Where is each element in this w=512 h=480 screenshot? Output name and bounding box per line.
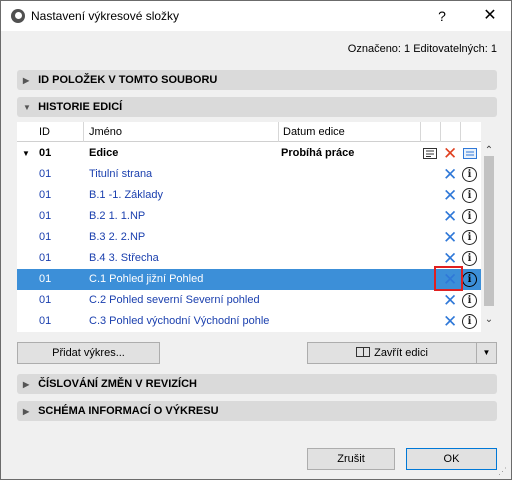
row-id: 01 bbox=[39, 168, 52, 180]
info-icon[interactable]: i bbox=[462, 314, 477, 329]
column-divider bbox=[278, 122, 279, 142]
scroll-down-icon[interactable]: ⌄ bbox=[481, 314, 497, 325]
column-divider bbox=[440, 122, 441, 142]
window-title: Nastavení výkresové složky bbox=[31, 9, 180, 23]
issue-edition-icon[interactable] bbox=[423, 148, 437, 159]
edition-history-table: ID Jméno Datum edice ▼ 01 Edice Probíhá … bbox=[17, 122, 481, 332]
info-icon[interactable]: i bbox=[462, 272, 477, 287]
table-row[interactable]: 01 B.4 3. Střecha ✕ i bbox=[17, 248, 481, 269]
info-icon[interactable]: i bbox=[462, 188, 477, 203]
section-history-label: HISTORIE EDICÍ bbox=[38, 101, 123, 113]
row-name: Titulní strana bbox=[89, 168, 153, 180]
table-row-selected[interactable]: 01 C.1 Pohled jižní Pohled ✕ i bbox=[17, 269, 481, 290]
row-name: C.1 Pohled jižní Pohled bbox=[89, 273, 204, 285]
remove-drawing-icon[interactable]: ✕ bbox=[443, 206, 457, 227]
expand-arrow-icon: ▶ bbox=[23, 380, 30, 389]
title-bar: Nastavení výkresové složky ? ✕ bbox=[1, 1, 511, 31]
row-name: B.3 2. 2.NP bbox=[89, 231, 146, 243]
scroll-thumb[interactable] bbox=[484, 156, 494, 306]
table-row[interactable]: 01 B.3 2. 2.NP ✕ i bbox=[17, 227, 481, 248]
group-id: 01 bbox=[39, 147, 52, 159]
ok-button[interactable]: OK bbox=[406, 448, 497, 470]
expand-arrow-icon: ▶ bbox=[23, 407, 30, 416]
section-revisions-header[interactable]: ▶ ČÍSLOVÁNÍ ZMĚN V REVIZÍCH bbox=[17, 374, 497, 394]
table-scrollbar[interactable]: ⌃ ⌄ bbox=[481, 142, 497, 332]
edition-group-row[interactable]: ▼ 01 Edice Probíhá práce ✕ bbox=[17, 143, 481, 164]
group-date: Probíhá práce bbox=[281, 147, 355, 159]
remove-drawing-icon[interactable]: ✕ bbox=[443, 185, 457, 206]
group-name: Edice bbox=[89, 147, 119, 159]
highlight-annotation-box bbox=[434, 266, 463, 291]
delete-edition-icon[interactable]: ✕ bbox=[443, 143, 457, 164]
add-drawing-button[interactable]: Přidat výkres... bbox=[17, 342, 160, 364]
chevron-down-icon[interactable]: ▼ bbox=[476, 343, 496, 363]
column-header-name[interactable]: Jméno bbox=[89, 126, 122, 138]
cancel-button[interactable]: Zrušit bbox=[307, 448, 395, 470]
table-row[interactable]: 01 C.2 Pohled severní Severní pohled ✕ i bbox=[17, 290, 481, 311]
info-icon[interactable]: i bbox=[462, 209, 477, 224]
collapse-arrow-icon: ▼ bbox=[23, 103, 31, 112]
row-name: B.2 1. 1.NP bbox=[89, 210, 146, 222]
section-schema-label: SCHÉMA INFORMACÍ O VÝKRESU bbox=[38, 405, 219, 417]
row-id: 01 bbox=[39, 252, 52, 264]
row-id: 01 bbox=[39, 294, 52, 306]
row-name: B.4 3. Střecha bbox=[89, 252, 159, 264]
info-icon[interactable]: i bbox=[462, 230, 477, 245]
info-icon[interactable]: i bbox=[462, 251, 477, 266]
remove-drawing-icon[interactable]: ✕ bbox=[443, 311, 457, 332]
row-id: 01 bbox=[39, 189, 52, 201]
scroll-up-icon[interactable]: ⌃ bbox=[481, 145, 497, 156]
column-divider bbox=[83, 122, 84, 142]
column-divider bbox=[460, 122, 461, 142]
section-schema-header[interactable]: ▶ SCHÉMA INFORMACÍ O VÝKRESU bbox=[17, 401, 497, 421]
table-row[interactable]: 01 C.3 Pohled východní Východní pohle ✕ … bbox=[17, 311, 481, 332]
row-id: 01 bbox=[39, 231, 52, 243]
app-logo-icon bbox=[11, 9, 25, 23]
table-row[interactable]: 01 B.1 -1. Základy ✕ i bbox=[17, 185, 481, 206]
section-ids-label: ID POLOŽEK V TOMTO SOUBORU bbox=[38, 74, 218, 86]
edition-properties-icon[interactable] bbox=[463, 148, 477, 159]
info-icon[interactable]: i bbox=[462, 167, 477, 182]
row-id: 01 bbox=[39, 210, 52, 222]
table-row[interactable]: 01 Titulní strana ✕ i bbox=[17, 164, 481, 185]
table-row[interactable]: 01 B.2 1. 1.NP ✕ i bbox=[17, 206, 481, 227]
column-header-date[interactable]: Datum edice bbox=[283, 126, 345, 138]
row-name: C.2 Pohled severní Severní pohled bbox=[89, 294, 260, 306]
column-divider bbox=[420, 122, 421, 142]
group-collapse-icon[interactable]: ▼ bbox=[22, 143, 30, 164]
section-ids-header[interactable]: ▶ ID POLOŽEK V TOMTO SOUBORU bbox=[17, 70, 497, 90]
info-icon[interactable]: i bbox=[462, 293, 477, 308]
row-name: C.3 Pohled východní Východní pohle bbox=[89, 315, 270, 327]
remove-drawing-icon[interactable]: ✕ bbox=[443, 227, 457, 248]
table-header: ID Jméno Datum edice bbox=[17, 122, 481, 142]
close-window-button[interactable]: ✕ bbox=[479, 6, 501, 26]
selection-status-text: Označeno: 1 Editovatelných: 1 bbox=[347, 43, 497, 55]
close-edition-label: Zavřít edici bbox=[374, 347, 428, 359]
expand-arrow-icon: ▶ bbox=[23, 76, 30, 85]
close-edition-button[interactable]: Zavřít edici ▼ bbox=[307, 342, 497, 364]
remove-drawing-icon[interactable]: ✕ bbox=[443, 164, 457, 185]
drawing-folder-settings-dialog: Nastavení výkresové složky ? ✕ Označeno:… bbox=[0, 0, 512, 480]
section-history-header[interactable]: ▼ HISTORIE EDICÍ bbox=[17, 97, 497, 117]
resize-grip-icon[interactable]: ⋰ bbox=[498, 466, 508, 476]
column-header-id[interactable]: ID bbox=[39, 126, 50, 138]
book-icon bbox=[356, 347, 371, 357]
remove-drawing-icon[interactable]: ✕ bbox=[443, 290, 457, 311]
section-revisions-label: ČÍSLOVÁNÍ ZMĚN V REVIZÍCH bbox=[38, 378, 197, 390]
row-id: 01 bbox=[39, 273, 52, 285]
row-id: 01 bbox=[39, 315, 52, 327]
row-name: B.1 -1. Základy bbox=[89, 189, 163, 201]
help-button[interactable]: ? bbox=[431, 6, 453, 26]
